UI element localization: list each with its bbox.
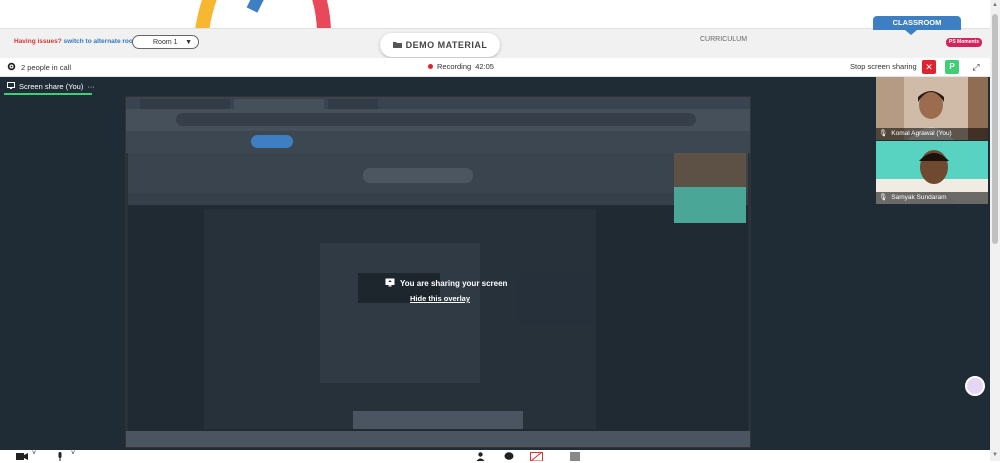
recording-time: 42:05 (475, 62, 494, 71)
chevron-down-icon: ▼ (185, 38, 192, 46)
screen-share-label: Screen share (You) (19, 82, 84, 91)
sharing-overlay-message: You are sharing your screen (385, 278, 507, 289)
assistant-avatar[interactable] (965, 376, 985, 396)
room-select-value: Room 1 (153, 38, 178, 46)
camera-options-chevron-icon[interactable]: ˅ (32, 450, 36, 457)
participant-name-bar: 🎙 Komal Agrawal (You) (876, 128, 988, 140)
whiteboard-icon[interactable] (530, 451, 543, 463)
screen-icon[interactable] (570, 452, 580, 463)
participant-name: Samyak Sundaram (891, 194, 947, 201)
top-header: Having issues? switch to alternate room … (0, 0, 990, 58)
gear-icon[interactable] (7, 62, 16, 73)
bottom-controls: ˅ ˅ (0, 450, 990, 463)
scroll-up-icon[interactable]: ▲ (992, 2, 998, 8)
sharing-info-bar (126, 131, 750, 153)
page-scrollbar[interactable]: ▲ ▼ (990, 0, 1000, 461)
scrollbar-thumb[interactable] (992, 14, 998, 244)
room-select[interactable]: Room 1 ▼ (132, 35, 199, 49)
participant-tile[interactable]: 🎙 Komal Agrawal (You) (876, 77, 988, 140)
hide-overlay-link[interactable]: Hide this overlay (410, 294, 470, 303)
expand-icon[interactable]: ⤢ (969, 60, 983, 74)
mic-icon: 🎙 (879, 130, 888, 137)
browser-toolbar (126, 109, 750, 131)
person-icon[interactable] (476, 452, 485, 463)
demo-material-label: DEMO MATERIAL (405, 40, 488, 50)
people-count[interactable]: 2 people in call (7, 62, 71, 73)
moments-badge[interactable]: PS Moments (946, 38, 983, 47)
mic-icon: 🎙 (879, 194, 888, 201)
shared-screen-preview: You are sharing your screen Hide this ov… (125, 96, 751, 448)
classroom-tab-pointer (905, 30, 917, 35)
stop-screen-sharing-label[interactable]: Stop screen sharing (850, 62, 917, 71)
issue-text: Having issues? (14, 38, 62, 45)
call-bar: 2 people in call Recording 42:05 Stop sc… (0, 58, 990, 77)
mic-icon[interactable] (56, 452, 64, 463)
screen-share-icon (385, 278, 395, 289)
recording-indicator: Recording 42:05 (428, 62, 494, 71)
browser-tab (328, 99, 378, 109)
nested-classroom-view (128, 141, 748, 431)
curriculum-tab[interactable]: CURRICULUM (700, 36, 747, 43)
classroom-tab[interactable]: CLASSROOM (873, 16, 961, 30)
participant-tile[interactable]: 🎙 Samyak Sundaram (876, 141, 988, 204)
screen-share-icon (7, 82, 15, 91)
participant-name-bar: 🎙 Samyak Sundaram (876, 192, 988, 204)
folder-icon (392, 40, 402, 50)
stop-sharing-close-icon[interactable]: ✕ (922, 60, 936, 74)
scroll-down-icon[interactable]: ▼ (992, 452, 998, 458)
screen-share-tab[interactable]: Screen share (You) ··· (7, 82, 95, 91)
browser-url-bar (176, 113, 696, 126)
moments-badge-label: PS Moments (949, 39, 980, 45)
recording-dot-icon (428, 64, 433, 69)
recording-label: Recording (437, 62, 472, 71)
participant-name: Komal Agrawal (You) (891, 130, 952, 137)
video-stage: Screen share (You) ··· You are sharing y… (0, 77, 990, 450)
people-count-text: 2 people in call (21, 63, 72, 72)
active-tab-underline (4, 93, 92, 95)
more-options-icon[interactable]: ··· (87, 82, 95, 91)
mic-options-chevron-icon[interactable]: ˅ (71, 450, 75, 457)
nested-stop-sharing-button (251, 135, 293, 148)
nested-screen-graphic (128, 141, 748, 431)
participant-initial-button[interactable]: P (945, 60, 959, 74)
browser-tab (234, 99, 324, 109)
chat-icon[interactable] (504, 452, 514, 463)
demo-material-button[interactable]: DEMO MATERIAL (380, 33, 500, 57)
os-taskbar (126, 431, 750, 447)
browser-tab-strip (126, 97, 750, 109)
issue-notice: Having issues? switch to alternate room (14, 38, 139, 45)
alternate-room-link[interactable]: switch to alternate room (64, 38, 139, 45)
sharing-overlay-text: You are sharing your screen (400, 279, 508, 288)
browser-tab (140, 99, 230, 109)
